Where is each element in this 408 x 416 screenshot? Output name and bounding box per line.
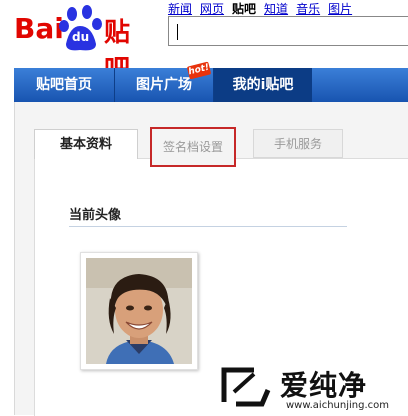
watermark: 爱纯净 www.aichunjing.com <box>216 360 408 415</box>
tab-signature-settings[interactable]: 签名档设置 <box>150 127 236 167</box>
paw-text: du <box>72 30 90 44</box>
watermark-url: www.aichunjing.com <box>286 400 389 411</box>
nav-music[interactable]: 音乐 <box>296 2 320 16</box>
aichunjing-logo-icon <box>221 367 271 407</box>
divider <box>69 226 347 227</box>
search-input[interactable] <box>168 16 408 46</box>
text-caret <box>177 24 178 40</box>
nav-tieba[interactable]: 贴吧 <box>232 2 256 16</box>
section-title: 当前头像 <box>69 208 122 223</box>
nav-tieba-home[interactable]: 贴吧首页 <box>14 68 115 102</box>
avatar-photo <box>86 258 192 364</box>
baidu-tieba-logo[interactable]: Bai du 贴吧 <box>14 4 154 85</box>
nav-images[interactable]: 图片 <box>328 2 352 16</box>
nav-zhidao[interactable]: 知道 <box>264 2 288 16</box>
watermark-text: 爱纯净 <box>280 369 368 402</box>
tab-basic-info[interactable]: 基本资料 <box>34 129 138 159</box>
nav-my-itieba[interactable]: 我的i贴吧 <box>214 68 312 102</box>
nav-web[interactable]: 网页 <box>200 2 224 16</box>
nav-news[interactable]: 新闻 <box>168 2 192 16</box>
search-category-nav: 新闻 网页 贴吧 知道 音乐 图片 <box>168 0 360 16</box>
avatar[interactable] <box>80 252 198 370</box>
tab-mobile-service[interactable]: 手机服务 <box>253 129 343 158</box>
